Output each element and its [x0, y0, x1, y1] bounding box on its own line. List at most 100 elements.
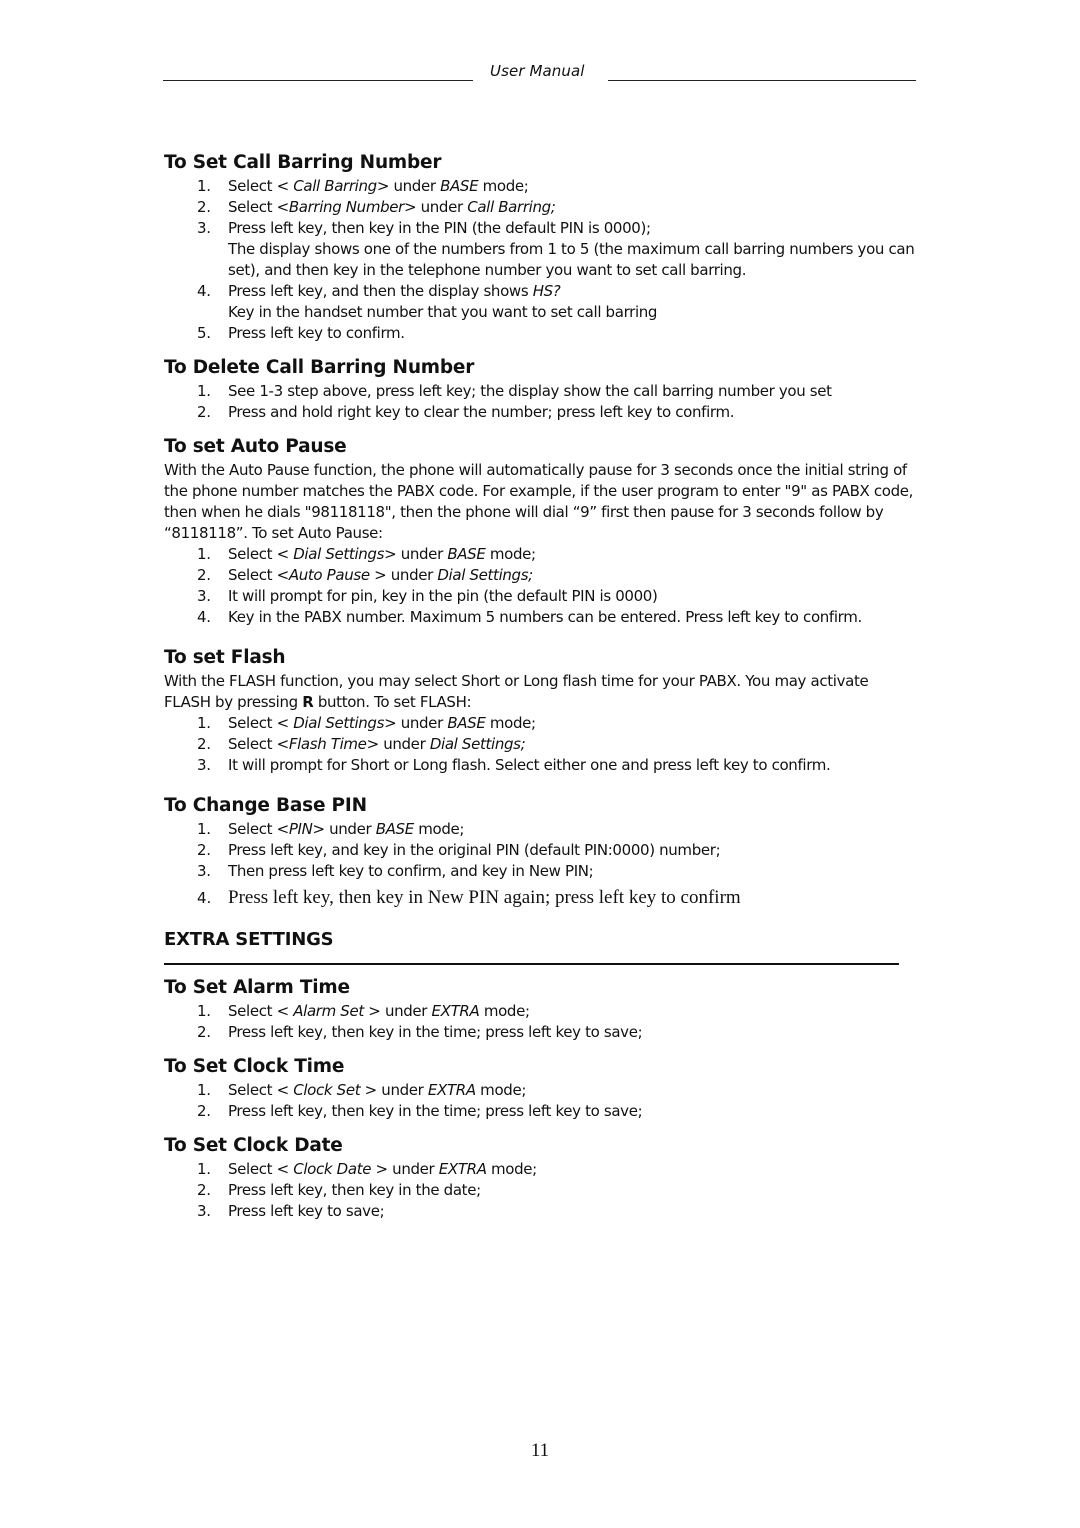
step-number: 2.: [197, 403, 211, 421]
step-item: 1. Select < Dial Settings> under BASE mod…: [164, 544, 916, 565]
step-list: 1. Select <PIN> under BASE mode; 2. Press l…: [164, 819, 916, 911]
step-text: Select < Dial Settings> under BASE mode;: [228, 545, 536, 563]
step-item: 2. Press and hold right key to clear the …: [164, 402, 916, 423]
step-text: Select <Auto Pause > under Dial Settings…: [228, 566, 533, 584]
italic-text: EXTRA: [431, 1002, 480, 1020]
italic-text: BASE: [447, 545, 486, 563]
section-flash: To set Flash With the FLASH function, you…: [164, 645, 916, 776]
section-heading: To Set Alarm Time: [164, 977, 350, 998]
step-text: See 1-3 step above, press left key; the …: [228, 382, 832, 400]
step-number: 1.: [197, 382, 211, 400]
text: Select <: [228, 545, 294, 563]
step-item: 3. It will prompt for Short or Long flash…: [164, 755, 916, 776]
section-base-pin: To Change Base PIN 1. Select <PIN> under B…: [164, 793, 916, 911]
text: Press left key, and key in the original …: [228, 841, 721, 859]
step-text: Key in the PABX number. Maximum 5 number…: [228, 608, 862, 626]
text: mode;: [486, 1160, 537, 1178]
text: Select <: [228, 566, 289, 584]
italic-text: EXTRA: [427, 1081, 476, 1099]
section-intro: With the Auto Pause function, the phone …: [164, 460, 916, 544]
step-text: Select < Alarm Set > under EXTRA mode;: [228, 1002, 530, 1020]
step-list: 1. See 1-3 step above, press left key; th…: [164, 381, 916, 423]
step-item: 1. Select < Call Barring> under BASE mode…: [164, 176, 916, 197]
text: Select <: [228, 735, 289, 753]
step-item: 1. Select < Dial Settings> under BASE mod…: [164, 713, 916, 734]
text: > under: [384, 545, 448, 563]
step-text: Press left key, then key in the time; pr…: [228, 1102, 643, 1120]
step-list: 1. Select < Clock Date > under EXTRA mode…: [164, 1159, 916, 1222]
step-text: Then press left key to confirm, and key …: [228, 862, 594, 880]
step-text: Select <Flash Time> under Dial Settings;: [228, 735, 526, 753]
text: > under: [369, 566, 438, 584]
page-content: To Set Call Barring Number 1. Select < Cal…: [164, 150, 916, 1233]
italic-text: BASE: [440, 177, 479, 195]
text: Press left key, then key in the PIN (the…: [228, 219, 651, 237]
italic-text: Dial Settings;: [437, 566, 533, 584]
text: mode;: [485, 545, 536, 563]
text: mode;: [413, 820, 465, 838]
text: mode;: [485, 714, 536, 732]
step-item: 4. Press left key, and then the display s…: [164, 281, 916, 323]
text: Press left key, then key in the time; pr…: [228, 1102, 643, 1120]
step-list: 1. Select < Alarm Set > under EXTRA mode;…: [164, 1001, 916, 1043]
step-number: 3.: [197, 1202, 211, 1220]
section-alarm-time: To Set Alarm Time 1. Select < Alarm Set > …: [164, 975, 916, 1043]
step-text: It will prompt for Short or Long flash. …: [228, 756, 831, 774]
italic-text: Flash Time: [288, 735, 367, 753]
italic-text: BASE: [375, 820, 415, 838]
step-item: 1. Select < Alarm Set > under EXTRA mode;: [164, 1001, 916, 1022]
step-item: 2. Select <Barring Number> under Call Bar…: [164, 197, 916, 218]
step-item: 3. It will prompt for pin, key in the pin…: [164, 586, 916, 607]
step-number: 1.: [197, 1160, 211, 1178]
text: mode;: [475, 1081, 527, 1099]
text: > under: [371, 1160, 439, 1178]
text: > under: [376, 177, 441, 195]
step-item: 1. Select < Clock Set > under EXTRA mode;: [164, 1080, 916, 1101]
step-continuation: Key in the handset number that you want …: [228, 302, 916, 323]
text: > under: [403, 198, 468, 216]
extra-sections: To Set Alarm Time 1. Select < Alarm Set > …: [164, 975, 916, 1222]
section-heading: To Delete Call Barring Number: [164, 357, 475, 378]
step-text: Press left key to save;: [228, 1202, 385, 1220]
section-heading: To Change Base PIN: [164, 795, 367, 816]
step-number: 4.: [197, 889, 212, 907]
extra-settings-divider: [164, 963, 899, 965]
text: Press left key to save;: [228, 1202, 385, 1220]
page-header: User Manual: [163, 62, 916, 86]
step-text: Press left key, then key in the time; pr…: [228, 1023, 643, 1041]
text: Select <: [228, 1002, 294, 1020]
italic-text: Barring Number: [288, 198, 404, 216]
text: Select <: [228, 1160, 294, 1178]
step-continuation: The display shows one of the numbers fro…: [228, 239, 916, 281]
step-text: Select < Clock Set > under EXTRA mode;: [228, 1081, 526, 1099]
section-call-barring-number: To Set Call Barring Number 1. Select < Cal…: [164, 150, 916, 344]
extra-settings-title: EXTRA SETTINGS: [164, 929, 334, 950]
step-number: 3.: [197, 756, 211, 774]
italic-text: EXTRA: [438, 1160, 487, 1178]
section-heading: To set Auto Pause: [164, 436, 347, 457]
step-text: Press left key, then key in New PIN agai…: [228, 887, 741, 908]
text: button. To set FLASH:: [313, 693, 472, 711]
text: See 1-3 step above, press left key; the …: [228, 382, 832, 400]
section-heading: To Set Call Barring Number: [164, 152, 442, 173]
page-number: 11: [530, 1440, 550, 1461]
italic-text: Clock Date: [293, 1160, 372, 1178]
text: Press and hold right key to clear the nu…: [228, 403, 735, 421]
section-heading: To Set Clock Time: [164, 1056, 345, 1077]
extra-settings: EXTRA SETTINGS To Set Alarm Time 1. Select…: [164, 927, 916, 1222]
step-number: 2.: [197, 1181, 211, 1199]
header-title: User Manual: [490, 62, 585, 80]
text: Select <: [228, 198, 289, 216]
section-clock-time: To Set Clock Time 1. Select < Clock Set > …: [164, 1054, 916, 1122]
italic-text: Call Barring: [293, 177, 377, 195]
text: > under: [384, 714, 448, 732]
header-rule-left: [163, 80, 473, 81]
text: > under: [360, 1081, 428, 1099]
step-item: 1. Select < Clock Date > under EXTRA mode…: [164, 1159, 916, 1180]
text: Press left key, then key in New PIN agai…: [228, 887, 741, 908]
step-number: 2.: [197, 735, 211, 753]
text: > under: [363, 1002, 432, 1020]
text: Select <: [228, 177, 294, 195]
main-sections: To Set Call Barring Number 1. Select < Cal…: [164, 150, 916, 911]
step-item: 2. Press left key, and key in the origina…: [164, 840, 916, 861]
